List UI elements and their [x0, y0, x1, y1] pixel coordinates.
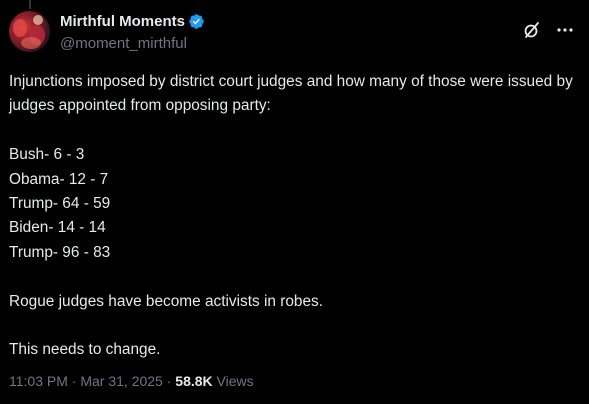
verified-badge-icon [189, 14, 204, 29]
post-time[interactable]: 11:03 PM [9, 373, 68, 389]
tweet-text: Injunctions imposed by district court ju… [9, 70, 579, 363]
post-date[interactable]: Mar 31, 2025 [80, 373, 163, 389]
avatar-shape [21, 37, 41, 49]
stat-line: Biden- 14 - 14 [9, 219, 106, 237]
views-count: 58.8K [175, 373, 213, 389]
author-name-row: Mirthful Moments [60, 13, 205, 30]
meta-separator: · [162, 373, 176, 389]
stat-line: Bush- 6 - 3 [9, 146, 85, 164]
views-label: Views [216, 373, 254, 389]
avatar-shape [13, 19, 27, 37]
stat-line: Trump- 96 - 83 [9, 243, 111, 261]
tweet-intro: Injunctions imposed by district court ju… [9, 73, 573, 115]
tweet-line: This needs to change. [9, 341, 161, 359]
tweet-line: Rogue judges have become activists in ro… [9, 292, 323, 310]
more-options-icon[interactable] [555, 20, 575, 40]
thread-line [29, 0, 31, 9]
tweet-meta: 11:03 PM · Mar 31, 2025 · 58.8K Views [9, 373, 254, 389]
author-display-name[interactable]: Mirthful Moments [60, 13, 185, 30]
author-handle[interactable]: @moment_mirthful [60, 35, 187, 52]
grok-icon[interactable] [522, 20, 542, 40]
avatar[interactable] [9, 11, 50, 52]
stat-line: Obama- 12 - 7 [9, 170, 109, 188]
stat-line: Trump- 64 - 59 [9, 195, 111, 213]
meta-separator: · [67, 373, 81, 389]
avatar-shape [33, 15, 43, 25]
